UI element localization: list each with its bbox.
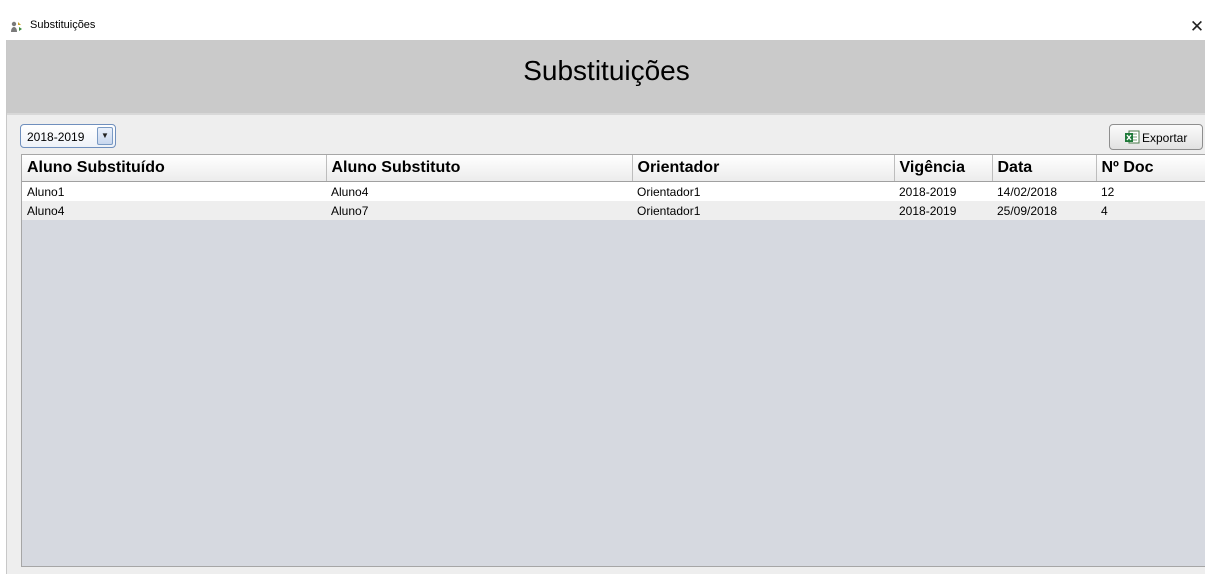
table-row[interactable]: Aluno1 Aluno4 Orientador1 2018-2019 14/0… — [22, 181, 1205, 201]
cell-numero-doc: 4 — [1096, 201, 1205, 220]
cell-data: 25/09/2018 — [992, 201, 1096, 220]
app-window: Substituições ✕ Substituições 2018-2019 … — [0, 14, 1205, 574]
column-header-orientador[interactable]: Orientador — [632, 155, 895, 182]
header-banner: Substituições — [7, 40, 1205, 115]
table-row[interactable]: Aluno4 Aluno7 Orientador1 2018-2019 25/0… — [22, 201, 1205, 220]
page-title: Substituições — [523, 55, 690, 86]
cell-data: 14/02/2018 — [992, 181, 1096, 201]
year-filter-value: 2018-2019 — [27, 130, 85, 144]
cell-orientador: Orientador1 — [632, 181, 894, 201]
export-button-label: Exportar — [1142, 131, 1188, 145]
cell-aluno-substituido: Aluno4 — [22, 201, 326, 220]
export-button[interactable]: Exportar — [1109, 124, 1203, 150]
window-title: Substituições — [30, 19, 96, 31]
year-filter-select[interactable]: 2018-2019 ▼ — [20, 124, 116, 148]
cell-orientador: Orientador1 — [632, 201, 894, 220]
cell-aluno-substituto: Aluno4 — [326, 181, 632, 201]
substitutions-table: Aluno Substituído Aluno Substituto Orien… — [21, 154, 1205, 567]
app-icon — [11, 21, 22, 32]
close-icon: ✕ — [1189, 17, 1205, 36]
cell-vigencia: 2018-2019 — [894, 201, 992, 220]
close-button[interactable]: ✕ — [1189, 16, 1205, 38]
column-header-vigencia[interactable]: Vigência — [894, 155, 993, 182]
column-header-data[interactable]: Data — [992, 155, 1097, 182]
main-panel: Substituições 2018-2019 ▼ Exportar Aluno… — [6, 40, 1205, 574]
column-header-numero-doc[interactable]: Nº Doc — [1096, 155, 1205, 182]
column-header-aluno-substituto[interactable]: Aluno Substituto — [326, 155, 633, 182]
cell-aluno-substituto: Aluno7 — [326, 201, 632, 220]
cell-numero-doc: 12 — [1096, 181, 1205, 201]
column-header-aluno-substituido[interactable]: Aluno Substituído — [22, 155, 327, 182]
cell-aluno-substituido: Aluno1 — [22, 181, 326, 201]
excel-icon — [1125, 130, 1140, 144]
cell-vigencia: 2018-2019 — [894, 181, 992, 201]
table-header-row: Aluno Substituído Aluno Substituto Orien… — [22, 155, 1205, 182]
chevron-down-icon[interactable]: ▼ — [97, 127, 113, 145]
title-bar[interactable]: Substituições ✕ — [0, 14, 1205, 40]
